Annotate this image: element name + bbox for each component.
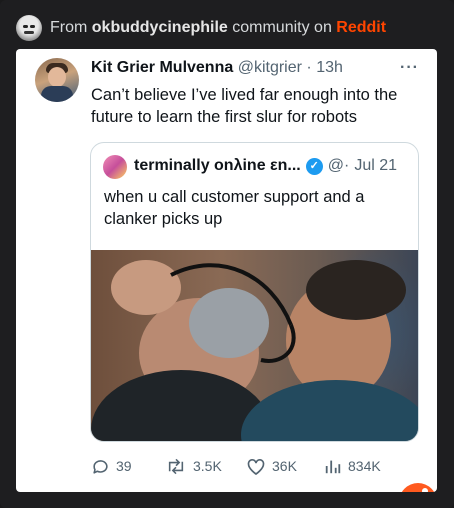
view-count: 834K: [348, 458, 381, 474]
quoted-handle[interactable]: @·: [328, 157, 350, 175]
header-prefix: From: [50, 19, 88, 36]
heart-icon: [247, 458, 265, 475]
quoted-media-image[interactable]: [91, 250, 418, 441]
quoted-text: when u call customer support and a clank…: [104, 188, 365, 228]
reply-button[interactable]: 39: [91, 454, 132, 478]
quoted-tweet[interactable]: terminally onλine εn... ✓ @· Jul 21 when…: [90, 142, 419, 442]
action-bar: 39 3.5K 36K 834K: [91, 454, 411, 478]
tweet-card: Kit Grier Mulvenna @kitgrier · 13h ··· C…: [16, 49, 437, 492]
quoted-date[interactable]: Jul 21: [354, 157, 397, 175]
author-handle[interactable]: @kitgrier: [238, 59, 302, 76]
quoted-author-avatar[interactable]: [103, 155, 127, 179]
like-button[interactable]: 36K: [246, 454, 297, 478]
views-chart-icon: [325, 460, 341, 474]
tweet-time[interactable]: 13h: [316, 59, 343, 76]
person-right-shirt: [241, 380, 418, 441]
reply-count: 39: [116, 458, 132, 474]
quoted-author-line: terminally onλine εn... ✓ @· Jul 21: [134, 157, 397, 175]
author-avatar[interactable]: [35, 58, 79, 102]
person-right-hair: [306, 260, 406, 320]
community-name[interactable]: okbuddycinephile: [92, 19, 228, 36]
author-line: Kit Grier Mulvenna @kitgrier · 13h: [91, 59, 343, 77]
post-frame: From okbuddycinephile community on Reddi…: [0, 0, 454, 508]
reply-icon: [93, 459, 108, 474]
author-name[interactable]: Kit Grier Mulvenna: [91, 59, 233, 76]
more-options-icon[interactable]: ···: [400, 59, 419, 77]
retweet-button[interactable]: 3.5K: [165, 454, 222, 478]
reddit-snoo-icon: [399, 483, 437, 492]
headphones-cable: [170, 263, 296, 363]
like-count: 36K: [272, 458, 297, 474]
header-middle: community on: [232, 19, 332, 36]
community-avatar[interactable]: [16, 15, 42, 41]
verified-badge-icon: ✓: [305, 157, 323, 175]
platform-name[interactable]: Reddit: [336, 19, 386, 36]
views-button[interactable]: 834K: [324, 454, 381, 478]
retweet-count: 3.5K: [193, 458, 222, 474]
time-separator: ·: [306, 59, 312, 76]
crosspost-header: From okbuddycinephile community on Reddi…: [16, 13, 386, 43]
retweet-icon: [168, 458, 184, 474]
quoted-author-name[interactable]: terminally onλine εn...: [134, 157, 301, 175]
tweet-text: Can’t believe I’ve lived far enough into…: [91, 86, 398, 126]
